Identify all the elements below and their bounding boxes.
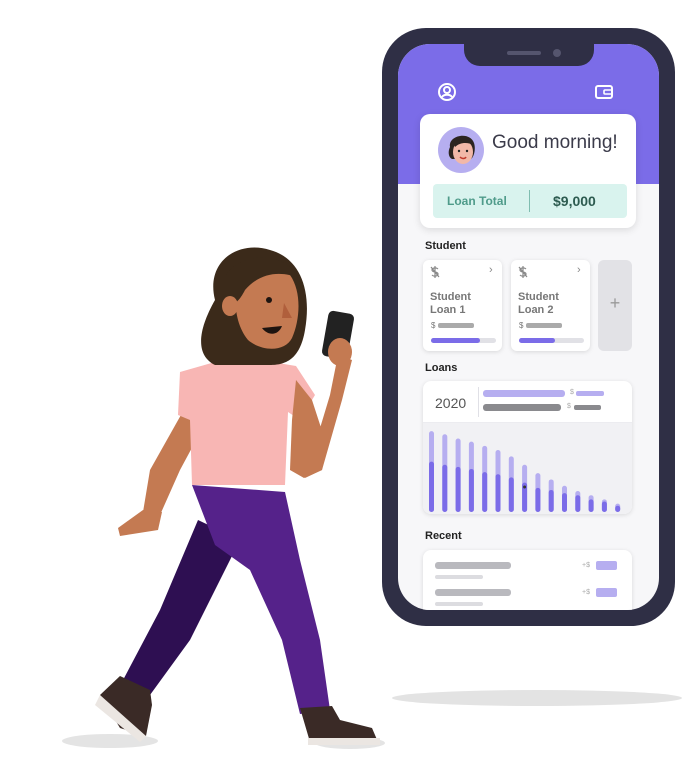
forecast-bar-dark [615,505,621,512]
student-loan-card-2[interactable]: › Student Loan 2 $ [511,260,590,351]
forecast-bar-dark [548,489,554,512]
legend-amount-1 [576,391,604,396]
forecast-bar-dark [588,499,594,512]
forecast-bar-dark [468,468,474,512]
forecast-bar-dark [601,501,607,512]
user-circle-icon[interactable] [437,82,457,102]
loan-progress-fill [519,338,555,343]
forecast-bar-chart [429,431,621,512]
roundup-name-placeholder [435,562,511,569]
legend-bar-2 [483,404,561,411]
roundup-amount-placeholder [596,561,617,570]
speaker [507,51,541,55]
forecast-bar-dark [562,493,567,512]
loan-progress-fill [431,338,480,343]
wallet-icon[interactable] [594,82,614,102]
legend-amount-2 [574,405,601,410]
avatar-face-icon [448,135,475,164]
forecast-bar-dark [535,487,541,512]
loan-total-box[interactable]: Loan Total $9,000 [433,184,627,218]
roundup-date-placeholder [435,575,483,579]
phone-notch [464,44,594,66]
student-loan-card-1[interactable]: › Student Loan 1 $ [423,260,502,351]
legend-bar-1 [483,390,565,397]
roundup-amount-prefix: +$ [582,589,590,596]
divider [529,190,530,212]
chevron-right-icon: › [577,264,581,276]
loan-card-title: Student Loan 1 [430,291,471,316]
forecast-bar-dark [508,477,514,512]
phone-screen: Good morning! Loan Total $9,000 Student … [398,44,659,610]
roundup-item[interactable]: +$ [433,560,623,586]
forecast-bar-dark [429,461,434,512]
forecast-bar-dark [495,474,501,512]
loan-card-title: Student Loan 2 [518,291,559,316]
year-label[interactable]: 2020 [435,395,466,411]
loan-progress-track [519,338,584,343]
chart-marker [523,485,527,489]
camera [553,49,561,57]
recent-roundups-title: Recent Roundups [425,530,462,542]
loan-total-label: Loan Total [447,194,507,208]
loan-progress-track [431,338,496,343]
greeting-text: Good morning! [492,132,618,153]
amount-placeholder [438,323,474,328]
legend-dollar-1: $ [570,389,574,396]
chart-area [423,423,632,514]
student-loans-title: Student Loans [425,240,466,252]
loan-card-dollar: $ [431,321,436,330]
amount-placeholder [526,323,562,328]
woman-illustration [62,247,385,749]
roundup-name-placeholder [435,589,511,596]
legend-dollar-2: $ [567,403,571,410]
phone-shadow [392,690,682,706]
plus-icon: + [609,293,621,313]
loan-total-value: $9,000 [553,193,596,209]
forecast-bar-dark [455,466,461,512]
avatar [438,127,484,173]
chevron-right-icon: › [489,264,493,276]
roundup-amount-placeholder [596,588,617,597]
loans-chart-card[interactable]: 2020 $ $ [423,381,632,514]
forecast-bar-dark [482,472,488,512]
roundup-item[interactable]: +$ [433,587,623,610]
recent-roundups-card: +$ +$ [423,550,632,610]
dollar-slash-icon [518,266,528,278]
roundup-date-placeholder [435,602,483,606]
loans-forecast-title: Loans Forecast [425,362,458,374]
loan-card-dollar: $ [519,321,524,330]
forecast-bar-dark [442,464,448,512]
forecast-bar-dark [575,495,581,512]
greeting-card: Good morning! Loan Total $9,000 [420,114,636,228]
dollar-slash-icon [430,266,440,278]
add-loan-button[interactable]: + [598,260,632,351]
divider [478,387,479,417]
roundup-amount-prefix: +$ [582,562,590,569]
